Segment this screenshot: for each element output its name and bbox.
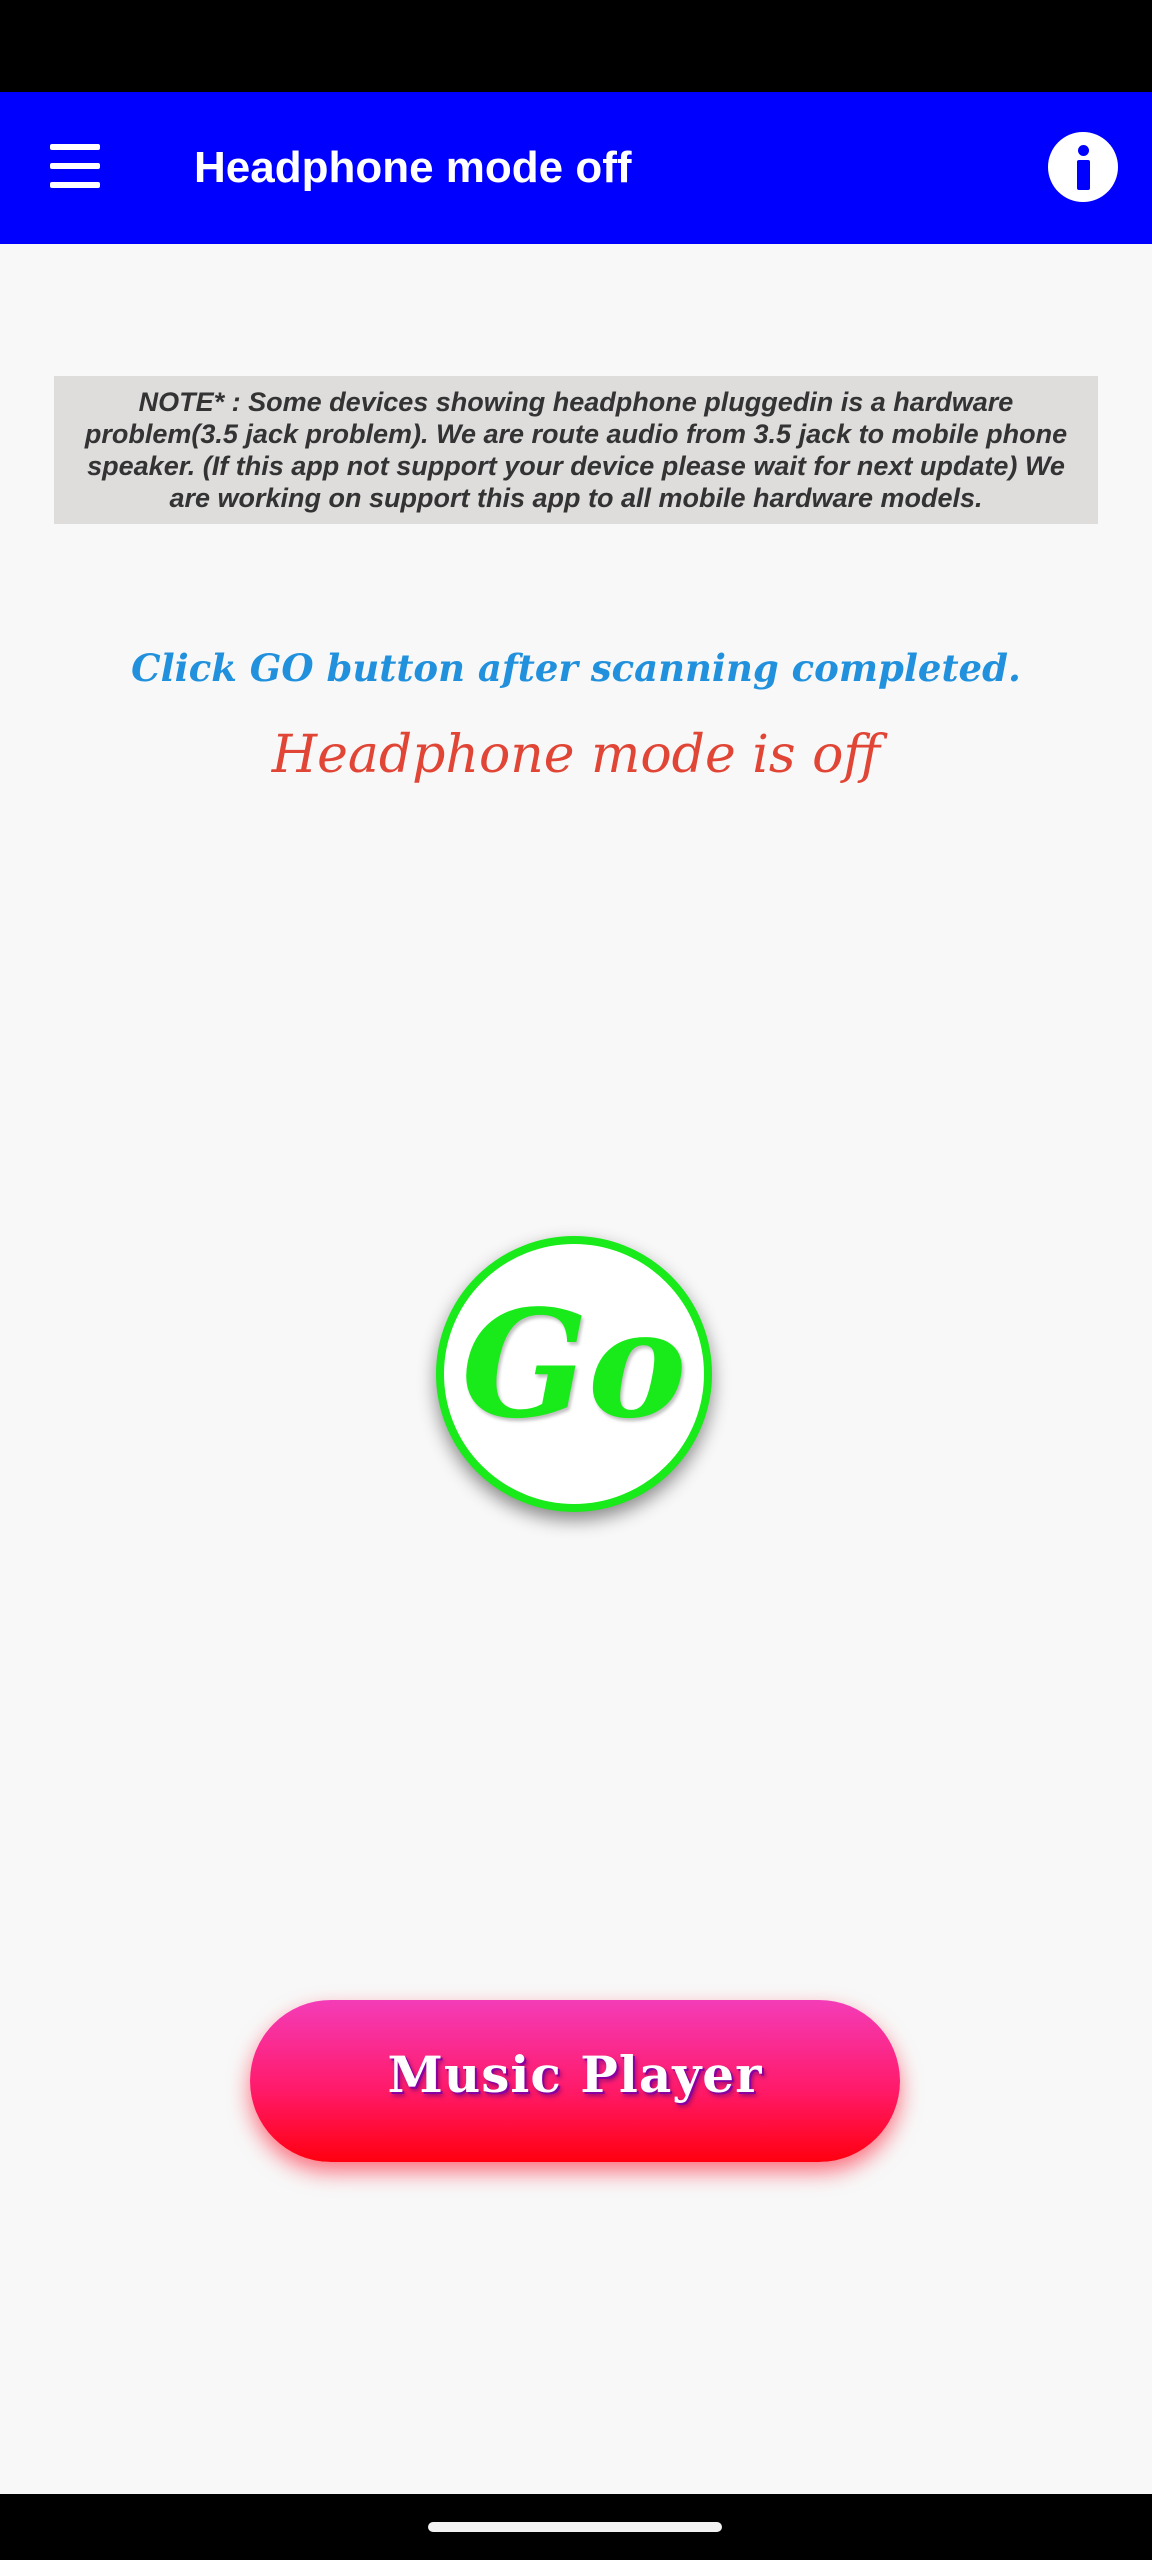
home-indicator[interactable]	[428, 2522, 722, 2532]
status-bar	[0, 0, 1152, 92]
app-bar: Headphone mode off	[0, 92, 1152, 244]
scan-instruction: Click GO button after scanning completed…	[131, 646, 1021, 690]
info-icon[interactable]	[1048, 132, 1118, 202]
go-button-label: Go	[461, 1277, 687, 1451]
hardware-note: NOTE* : Some devices showing headphone p…	[54, 376, 1098, 524]
music-player-button[interactable]: Music Player	[250, 2000, 900, 2162]
headphone-mode-status: Headphone mode is off	[271, 725, 881, 785]
hamburger-menu-icon[interactable]	[44, 144, 106, 192]
go-button[interactable]: Go	[436, 1236, 712, 1512]
page-title: Headphone mode off	[194, 143, 632, 192]
music-player-label: Music Player	[387, 2045, 763, 2104]
navigation-bar	[0, 2494, 1152, 2560]
